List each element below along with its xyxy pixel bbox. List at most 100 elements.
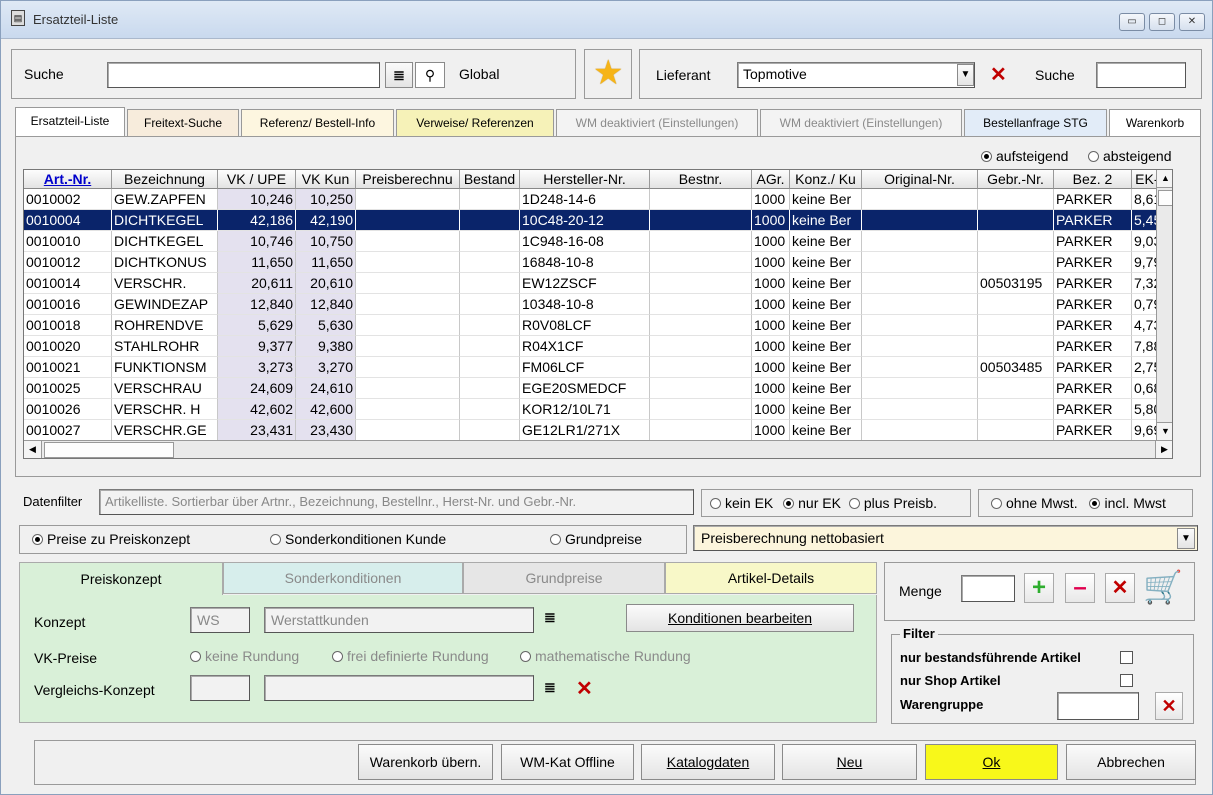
minus-icon[interactable]: –: [1065, 573, 1095, 603]
stock-only-checkbox[interactable]: [1120, 651, 1133, 664]
price-base-radio[interactable]: Grundpreise: [550, 526, 642, 553]
ok-button[interactable]: Ok: [925, 744, 1058, 780]
hscroll-thumb[interactable]: [44, 442, 174, 458]
wm-offline-button[interactable]: WM-Kat Offline: [501, 744, 634, 780]
mwst-without-radio[interactable]: ohne Mwst.: [991, 495, 1078, 511]
remove-icon[interactable]: ✕: [1105, 573, 1135, 603]
concept-name-input[interactable]: Werstattkunden: [264, 607, 534, 633]
compare-code-input[interactable]: [190, 675, 250, 701]
search-input[interactable]: [107, 62, 380, 88]
tab-warenkorb[interactable]: Warenkorb: [1109, 109, 1201, 136]
column-header[interactable]: Original-Nr.: [862, 170, 978, 189]
table-row[interactable]: 0010002 GEW.ZAPFEN 10,246 10,250 1D248-14-6 1…: [24, 189, 1172, 210]
ek-plus-radio[interactable]: plus Preisb.: [848, 495, 937, 511]
minimize-button[interactable]: ▭: [1119, 13, 1145, 31]
scroll-right-icon[interactable]: ▶: [1155, 441, 1172, 458]
column-header[interactable]: VK Kun: [296, 170, 356, 189]
datafilter-input[interactable]: Artikelliste. Sortierbar über Artnr., Be…: [99, 489, 694, 515]
tab-freitext-suche[interactable]: Freitext-Suche: [127, 109, 239, 136]
column-header[interactable]: VK / UPE: [218, 170, 296, 189]
column-header[interactable]: Bez. 2: [1054, 170, 1132, 189]
tab-ersatzteil-liste[interactable]: Ersatzteil-Liste: [15, 107, 125, 136]
column-header[interactable]: Bestand: [460, 170, 520, 189]
rounding-math-radio[interactable]: mathematische Rundung: [520, 648, 691, 664]
magnifier-icon[interactable]: ⚲: [415, 62, 445, 88]
column-header[interactable]: Art.-Nr.: [24, 170, 112, 189]
edit-conditions-button[interactable]: Konditionen bearbeiten: [626, 604, 854, 632]
scroll-down-icon[interactable]: ▼: [1157, 422, 1172, 440]
table-row[interactable]: 0010004 DICHTKEGEL 42,186 42,190 10C48-20-12…: [24, 210, 1172, 231]
table-row[interactable]: 0010018 ROHRENDVE 5,629 5,630 R0V08LCF 1000 ke…: [24, 315, 1172, 336]
table-row[interactable]: 0010012 DICHTKONUS 11,650 11,650 16848-10-8 1…: [24, 252, 1172, 273]
sort-desc-radio[interactable]: absteigend: [1088, 148, 1172, 164]
compare-list-icon[interactable]: ≣: [544, 679, 556, 696]
tab-wm-deaktiviert-1[interactable]: WM deaktiviert (Einstellungen): [556, 109, 758, 136]
tab-bestellanfrage[interactable]: Bestellanfrage STG: [964, 109, 1107, 136]
dropdown-arrow-icon[interactable]: ▼: [957, 64, 974, 86]
quantity-input[interactable]: [961, 575, 1015, 602]
price-concept-radio[interactable]: Preise zu Preiskonzept: [32, 526, 190, 553]
supplier-search-input[interactable]: [1096, 62, 1186, 88]
plus-icon[interactable]: +: [1024, 573, 1054, 603]
product-group-clear-icon[interactable]: ✕: [1155, 692, 1183, 720]
sort-asc-radio[interactable]: aufsteigend: [981, 148, 1068, 164]
table-row[interactable]: 0010010 DICHTKEGEL 10,746 10,750 1C948-16-08…: [24, 231, 1172, 252]
product-group-input[interactable]: [1057, 692, 1139, 720]
table-row[interactable]: 0010014 VERSCHR. 20,611 20,610 EW12ZSCF 1000 k…: [24, 273, 1172, 294]
ek-only-radio[interactable]: nur EK: [783, 495, 841, 511]
table-cell: [356, 189, 460, 210]
column-header[interactable]: Gebr.-Nr.: [978, 170, 1054, 189]
close-button[interactable]: ✕: [1179, 13, 1205, 31]
cancel-button[interactable]: Abbrechen: [1066, 744, 1196, 780]
price-special-radio[interactable]: Sonderkonditionen Kunde: [270, 526, 446, 553]
column-header[interactable]: Hersteller-Nr.: [520, 170, 650, 189]
compare-clear-icon[interactable]: ✕: [576, 676, 593, 701]
tab-artikel-details[interactable]: Artikel-Details: [665, 562, 877, 594]
shop-only-checkbox[interactable]: [1120, 674, 1133, 687]
concept-list-icon[interactable]: ≣: [544, 609, 556, 626]
column-header[interactable]: Konz./ Ku: [790, 170, 862, 189]
main-window: ▤ Ersatzteil-Liste ▭ ◻ ✕ Suche ≣ ⚲ Globa…: [0, 0, 1213, 795]
scroll-thumb[interactable]: [1158, 190, 1172, 206]
vertical-scrollbar[interactable]: ▲ ▼: [1156, 170, 1172, 440]
column-header[interactable]: Bestnr.: [650, 170, 752, 189]
supplier-select[interactable]: Topmotive: [737, 62, 975, 88]
table-row[interactable]: 0010025 VERSCHRAU 24,609 24,610 EGE20SMEDCF 1…: [24, 378, 1172, 399]
price-calc-select[interactable]: Preisberechnung nettobasiert: [693, 525, 1198, 551]
price-calc-dropdown-icon[interactable]: ▼: [1177, 528, 1195, 549]
cart-transfer-button[interactable]: Warenkorb übern.: [358, 744, 493, 780]
scroll-left-icon[interactable]: ◀: [24, 441, 42, 458]
ek-only-label: nur EK: [798, 495, 841, 511]
search-mode[interactable]: Global: [459, 66, 499, 82]
table-row[interactable]: 0010016 GEWINDEZAP 12,840 12,840 10348-10-8 1…: [24, 294, 1172, 315]
new-button[interactable]: Neu: [782, 744, 917, 780]
maximize-button[interactable]: ◻: [1149, 13, 1175, 31]
column-header[interactable]: Bezeichnung: [112, 170, 218, 189]
tab-sonderkonditionen[interactable]: Sonderkonditionen: [223, 562, 463, 594]
table-row[interactable]: 0010026 VERSCHR. H 42,602 42,600 KOR12/10L71…: [24, 399, 1172, 420]
tab-preiskonzept[interactable]: Preiskonzept: [19, 562, 223, 596]
mwst-incl-radio[interactable]: incl. Mwst: [1089, 495, 1166, 511]
table-cell: [460, 231, 520, 252]
tab-wm-deaktiviert-2[interactable]: WM deaktiviert (Einstellungen): [760, 109, 962, 136]
table-row[interactable]: 0010027 VERSCHR.GE 23,431 23,430 GE12LR1/271…: [24, 420, 1172, 441]
tab-referenz[interactable]: Referenz/ Bestell-Info: [241, 109, 394, 136]
catalog-button[interactable]: Katalogdaten: [641, 744, 775, 780]
concept-code-input[interactable]: WS: [190, 607, 250, 633]
rounding-free-radio[interactable]: frei definierte Rundung: [332, 648, 489, 664]
list-icon[interactable]: ≣: [385, 62, 413, 88]
tab-verweise[interactable]: Verweise/ Referenzen: [396, 109, 554, 136]
scroll-up-icon[interactable]: ▲: [1157, 170, 1172, 188]
table-row[interactable]: 0010020 STAHLROHR 9,377 9,380 R04X1CF 1000 kei…: [24, 336, 1172, 357]
table-row[interactable]: 0010021 FUNKTIONSM 3,273 3,270 FM06LCF 1000 ke…: [24, 357, 1172, 378]
ek-none-radio[interactable]: kein EK: [710, 495, 773, 511]
column-header[interactable]: AGr.: [752, 170, 790, 189]
tab-grundpreise[interactable]: Grundpreise: [463, 562, 665, 594]
compare-name-input[interactable]: [264, 675, 534, 701]
horizontal-scrollbar[interactable]: ◀ ▶: [24, 440, 1172, 458]
cart-icon[interactable]: 🛒: [1143, 567, 1183, 607]
rounding-none-radio[interactable]: keine Rundung: [190, 648, 299, 664]
clear-supplier-icon[interactable]: ✕: [990, 62, 1007, 87]
star-icon[interactable]: ★: [593, 54, 623, 92]
column-header[interactable]: Preisberechnu: [356, 170, 460, 189]
